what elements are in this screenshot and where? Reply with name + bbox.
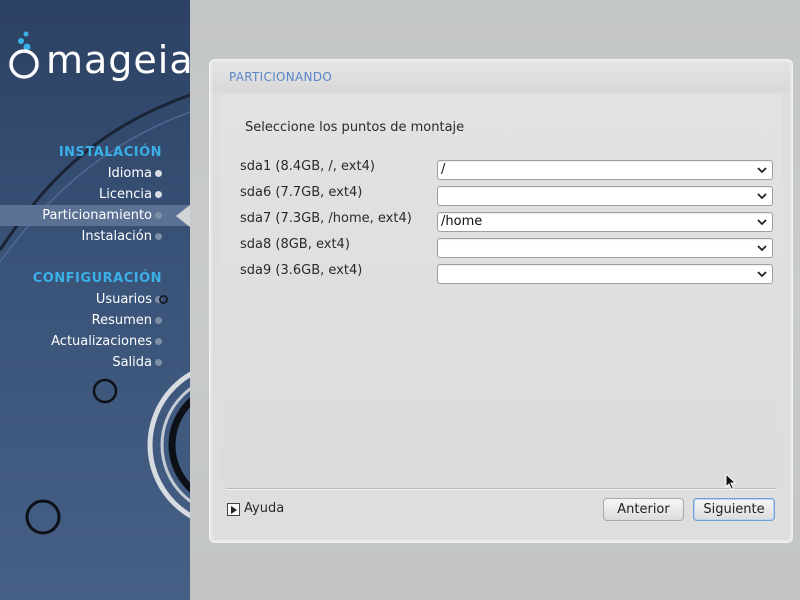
mount-point-row: sda9 (3.6GB, ext4) [240, 263, 780, 284]
partition-label: sda9 (3.6GB, ext4) [240, 263, 363, 278]
mouse-cursor-icon [725, 473, 737, 491]
step-pending-icon [155, 317, 162, 324]
mount-point-row: sda1 (8.4GB, /, ext4) / [240, 159, 780, 180]
sidebar-item-usuarios: Usuarios [0, 289, 190, 310]
sidebar-item-label: Usuarios [95, 292, 152, 307]
footer-divider [226, 488, 776, 490]
mount-point-row: sda6 (7.7GB, ext4) [240, 185, 780, 206]
sidebar-item-actualizaciones: Actualizaciones [0, 331, 190, 352]
mount-point-value: /home [441, 214, 483, 229]
step-current-icon [155, 212, 162, 219]
panel-subtitle: Seleccione los puntos de montaje [245, 120, 465, 135]
chevron-down-icon [757, 193, 767, 200]
partition-label: sda6 (7.7GB, ext4) [240, 185, 363, 200]
sidebar-item-label: Resumen [91, 313, 152, 328]
current-step-pointer-icon [176, 205, 190, 227]
mount-point-value: / [441, 162, 446, 177]
step-done-icon [155, 191, 162, 198]
sidebar: mageia INSTALACIÓN Idioma Licencia Parti… [0, 0, 190, 600]
sidebar-item-idioma: Idioma [0, 163, 190, 184]
mount-point-row: sda8 (8GB, ext4) [240, 237, 780, 258]
step-pending-icon [155, 359, 162, 366]
step-done-icon [155, 170, 162, 177]
sidebar-item-label: Instalación [81, 229, 152, 244]
panel-header: PARTICIONANDO [212, 62, 790, 92]
section-title-configuration: CONFIGURACIÓN [32, 271, 162, 286]
section-title-installation: INSTALACIÓN [58, 145, 162, 160]
sidebar-item-particionamiento: Particionamiento [0, 205, 190, 227]
mount-point-select[interactable] [437, 264, 773, 284]
mount-point-select[interactable]: /home [437, 212, 773, 232]
next-button[interactable]: Siguiente [693, 498, 775, 521]
panel-body [220, 94, 782, 486]
expand-arrow-icon [227, 503, 240, 516]
partition-label: sda8 (8GB, ext4) [240, 237, 350, 252]
chevron-down-icon [757, 219, 767, 226]
mount-point-row: sda7 (7.3GB, /home, ext4) /home [240, 211, 780, 232]
sidebar-item-label: Licencia [99, 187, 152, 202]
sidebar-item-label: Particionamiento [42, 208, 152, 223]
partition-label: sda7 (7.3GB, /home, ext4) [240, 211, 412, 226]
step-pending-icon [155, 233, 162, 240]
brand-name: mageia [46, 38, 190, 82]
chevron-down-icon [757, 271, 767, 278]
sidebar-item-salida: Salida [0, 352, 190, 373]
sidebar-item-label: Idioma [107, 166, 152, 181]
sidebar-item-resumen: Resumen [0, 310, 190, 331]
help-label: Ayuda [244, 501, 285, 516]
chevron-down-icon [757, 245, 767, 252]
chevron-down-icon [757, 167, 767, 174]
sidebar-item-licencia: Licencia [0, 184, 190, 205]
step-pending-icon [155, 338, 162, 345]
page-title: PARTICIONANDO [229, 70, 333, 84]
partition-label: sda1 (8.4GB, /, ext4) [240, 159, 375, 174]
sidebar-item-label: Actualizaciones [51, 334, 152, 349]
mount-point-select[interactable] [437, 186, 773, 206]
mount-point-select[interactable] [437, 238, 773, 258]
sidebar-item-label: Salida [112, 355, 152, 370]
ring-decoration-icon [159, 295, 168, 304]
sidebar-item-instalacion: Instalación [0, 226, 190, 247]
partitioning-panel: PARTICIONANDO Seleccione los puntos de m… [209, 59, 793, 543]
mount-point-select[interactable]: / [437, 160, 773, 180]
back-button[interactable]: Anterior [603, 498, 684, 521]
